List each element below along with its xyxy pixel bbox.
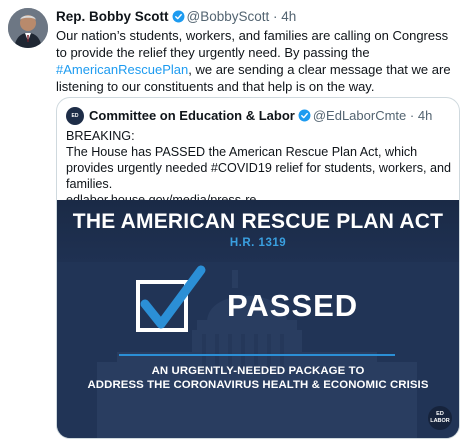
logo-line2: LABOR xyxy=(430,418,450,424)
checkmark-icon xyxy=(140,265,206,329)
header-separator: · xyxy=(273,9,278,24)
quoted-tweet-card[interactable]: ED LABOR Committee on Education & Labor @… xyxy=(56,97,460,439)
tagline-line1: AN URGENTLY-NEEDED PACKAGE TO xyxy=(151,365,365,377)
tweet-text: Our nation’s students, workers, and fami… xyxy=(56,27,458,95)
tweet-text-part1: Our nation’s students, workers, and fami… xyxy=(56,28,449,60)
quoted-author-avatar[interactable]: ED LABOR xyxy=(66,107,84,137)
tagline-line2: ADDRESS THE CORONAVIRUS HEALTH & ECONOMI… xyxy=(87,379,429,391)
verified-badge-icon xyxy=(172,10,184,23)
author-avatar-image xyxy=(8,8,48,48)
author-name[interactable]: Rep. Bobby Scott xyxy=(56,9,169,24)
media-subtitle: H.R. 1319 xyxy=(229,237,287,249)
tweet-timestamp[interactable]: 4h xyxy=(281,9,296,24)
logo-line1: ED xyxy=(436,411,444,417)
quoted-tweet-header: Committee on Education & Labor @EdLaborCm… xyxy=(89,108,432,123)
ed-labor-logo: ED LABOR xyxy=(428,406,452,430)
quoted-tweet-timestamp[interactable]: 4h xyxy=(418,108,432,123)
quoted-text-line2: The House has PASSED the American Rescue… xyxy=(66,145,452,191)
tweet-header: Rep. Bobby Scott @BobbyScott · 4h xyxy=(56,9,296,24)
quoted-tweet-media-image[interactable]: THE AMERICAN RESCUE PLAN ACT H.R. 1319 P… xyxy=(57,200,459,438)
quoted-text-line1: BREAKING: xyxy=(66,129,135,143)
quoted-author-handle[interactable]: @EdLaborCmte xyxy=(313,108,406,123)
quoted-header-separator: · xyxy=(409,108,415,123)
verified-badge-icon xyxy=(298,109,311,122)
passed-status: PASSED xyxy=(227,288,359,323)
hashtag-link[interactable]: #AmericanRescuePlan xyxy=(56,62,188,77)
quoted-tweet-text: BREAKING: The House has PASSED the Ameri… xyxy=(66,128,456,208)
media-tagline: AN URGENTLY-NEEDED PACKAGE TO ADDRESS TH… xyxy=(57,364,459,392)
author-handle[interactable]: @BobbyScott xyxy=(187,9,270,24)
author-avatar[interactable] xyxy=(8,8,48,48)
media-divider xyxy=(119,354,395,356)
media-title: THE AMERICAN RESCUE PLAN ACT xyxy=(72,210,444,233)
quoted-author-name[interactable]: Committee on Education & Labor xyxy=(89,108,295,123)
